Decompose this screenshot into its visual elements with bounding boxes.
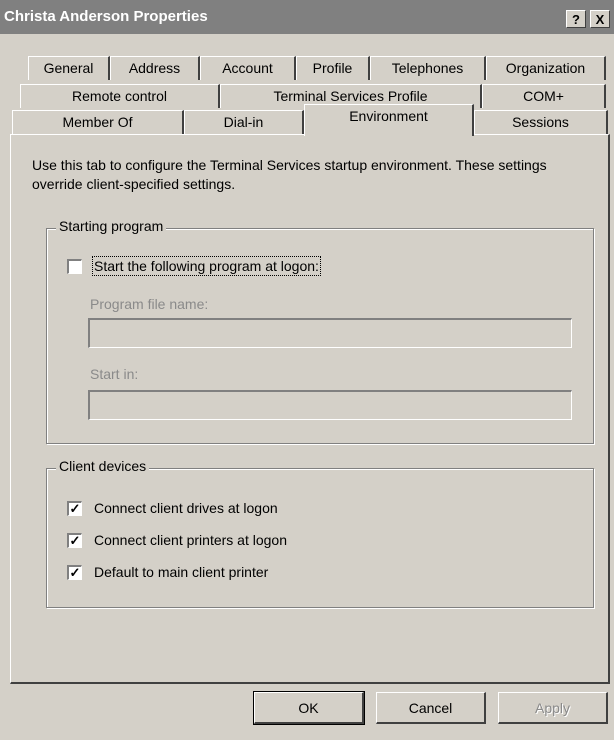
default-printer-label[interactable]: Default to main client printer <box>94 564 268 580</box>
connect-drives-label[interactable]: Connect client drives at logon <box>94 500 278 516</box>
connect-printers-label[interactable]: Connect client printers at logon <box>94 532 287 548</box>
tab-profile[interactable]: Profile <box>296 56 370 80</box>
start-program-label[interactable]: Start the following program at logon: <box>92 256 321 276</box>
program-file-name-label: Program file name: <box>90 296 209 312</box>
tab-member-of[interactable]: Member Of <box>12 110 184 134</box>
program-file-name-field[interactable] <box>88 318 572 348</box>
tab-description: Use this tab to configure the Terminal S… <box>32 157 547 192</box>
connect-printers-checkbox[interactable]: ✓ <box>67 533 82 548</box>
help-button[interactable]: ? <box>566 10 586 28</box>
tab-organization[interactable]: Organization <box>486 56 606 80</box>
window-title: Christa Anderson Properties <box>4 8 208 25</box>
close-button[interactable]: X <box>590 10 610 28</box>
title-bar: Christa Anderson Properties ? X <box>0 0 614 34</box>
tab-account[interactable]: Account <box>200 56 296 80</box>
start-program-checkbox[interactable] <box>67 259 82 274</box>
ok-button[interactable]: OK <box>253 691 365 725</box>
default-printer-checkbox[interactable]: ✓ <box>67 565 82 580</box>
tab-remote-control[interactable]: Remote control <box>20 84 220 108</box>
tab-dial-in[interactable]: Dial-in <box>184 110 304 134</box>
tab-com-plus[interactable]: COM+ <box>482 84 606 108</box>
start-in-label: Start in: <box>90 366 139 382</box>
start-in-field[interactable] <box>88 390 572 420</box>
client-devices-legend: Client devices <box>56 458 150 474</box>
tab-telephones[interactable]: Telephones <box>370 56 486 80</box>
tab-general[interactable]: General <box>28 56 110 80</box>
tab-sessions[interactable]: Sessions <box>474 110 608 134</box>
tab-environment[interactable]: Environment <box>304 104 474 136</box>
apply-button[interactable]: Apply <box>498 692 608 724</box>
starting-program-legend: Starting program <box>56 218 167 234</box>
tab-address[interactable]: Address <box>110 56 200 80</box>
cancel-button[interactable]: Cancel <box>376 692 486 724</box>
connect-drives-checkbox[interactable]: ✓ <box>67 501 82 516</box>
